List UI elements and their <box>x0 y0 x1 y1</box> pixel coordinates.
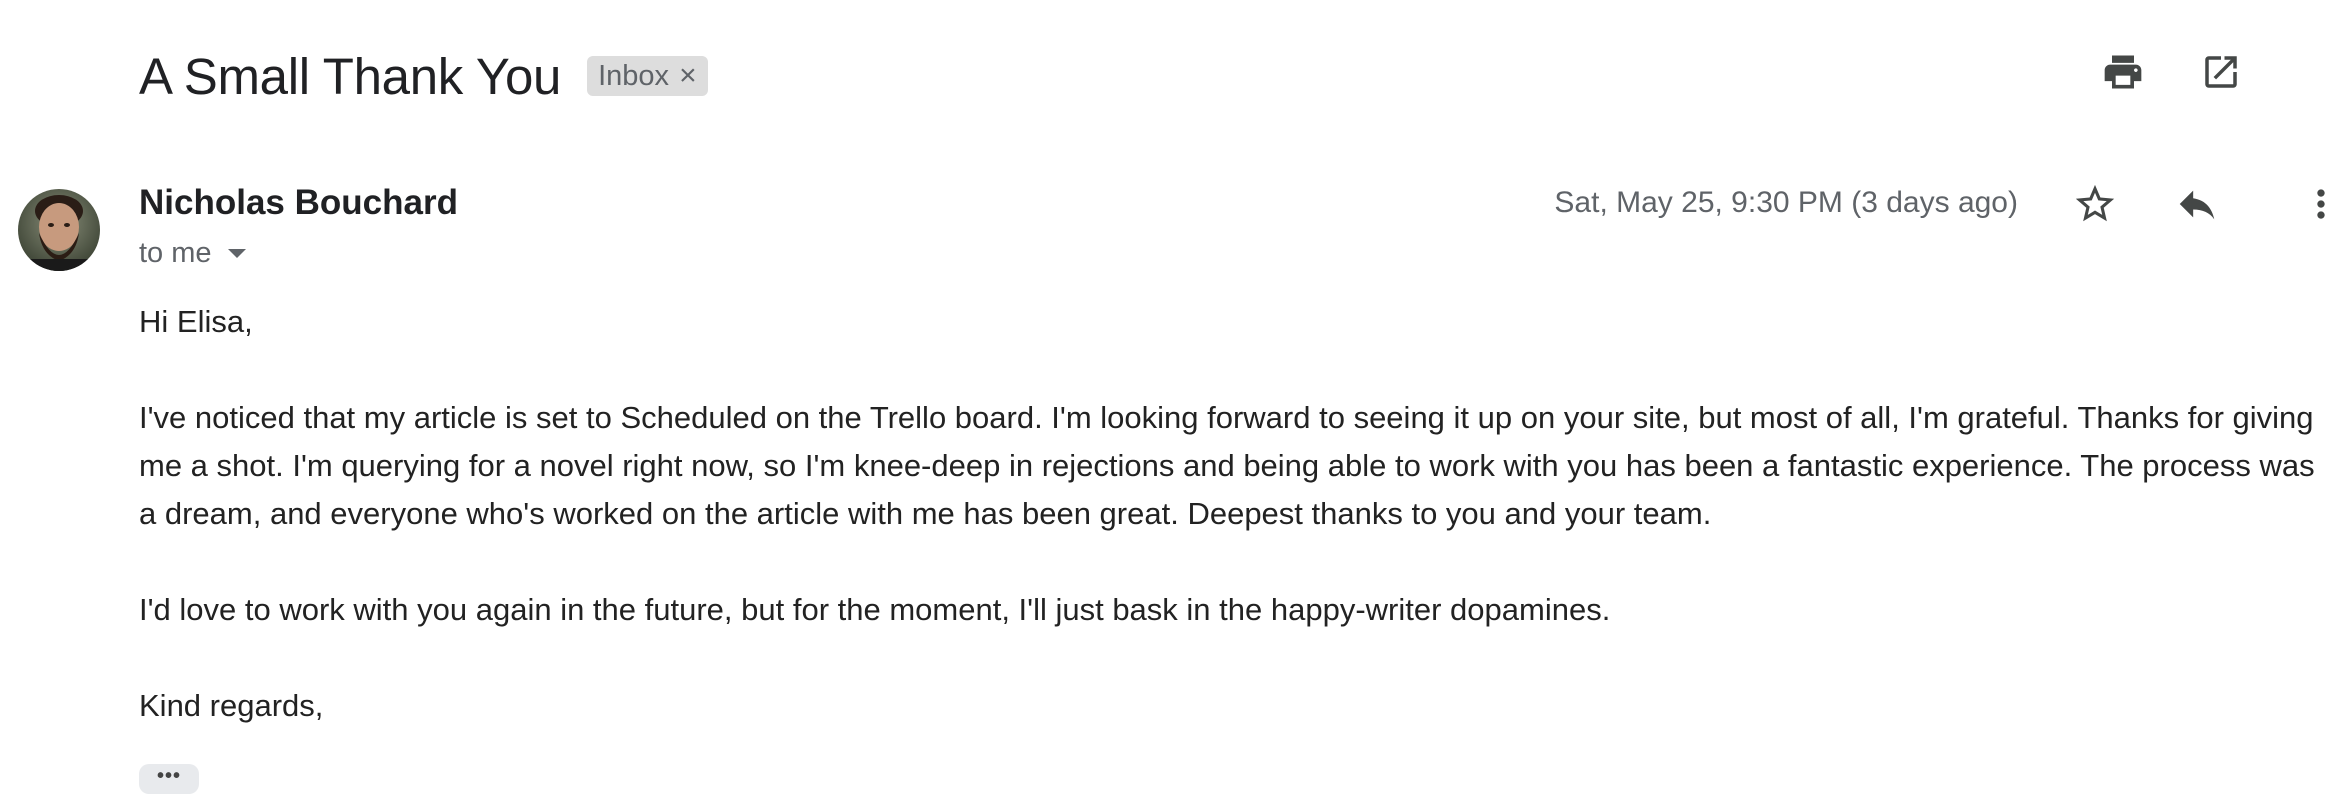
message-actions <box>2045 180 2345 228</box>
body-paragraph: Hi Elisa, <box>139 304 253 339</box>
remove-label-icon[interactable]: × <box>679 59 697 93</box>
message-body: Hi Elisa, I've noticed that my article i… <box>139 298 2339 778</box>
print-icon[interactable] <box>2099 48 2147 96</box>
chevron-down-icon[interactable] <box>227 249 246 258</box>
sender-name[interactable]: Nicholas Bouchard <box>139 183 458 223</box>
reply-icon[interactable] <box>2173 180 2221 228</box>
show-trimmed-content-button[interactable]: ••• <box>139 764 199 794</box>
recipient-text: to me <box>139 237 212 269</box>
message-date: Sat, May 25, 9:30 PM (3 days ago) <box>1554 186 2018 219</box>
open-in-new-window-icon[interactable] <box>2197 48 2245 96</box>
recipient-details-toggle[interactable]: to me <box>139 237 246 270</box>
sender-avatar[interactable] <box>18 189 100 271</box>
label-text: Inbox <box>598 59 670 92</box>
body-paragraph: Kind regards, <box>139 688 324 723</box>
body-paragraph: I've noticed that my article is set to S… <box>139 400 2315 531</box>
email-subject: A Small Thank You <box>139 47 562 105</box>
ellipsis-icon: ••• <box>156 765 181 787</box>
body-paragraph: I'd love to work with you again in the f… <box>139 592 1611 627</box>
star-icon[interactable] <box>2071 180 2119 228</box>
subject-row: A Small Thank You Inbox × <box>139 40 708 112</box>
inbox-label-chip[interactable]: Inbox × <box>587 56 708 96</box>
more-vert-icon[interactable] <box>2297 180 2345 228</box>
